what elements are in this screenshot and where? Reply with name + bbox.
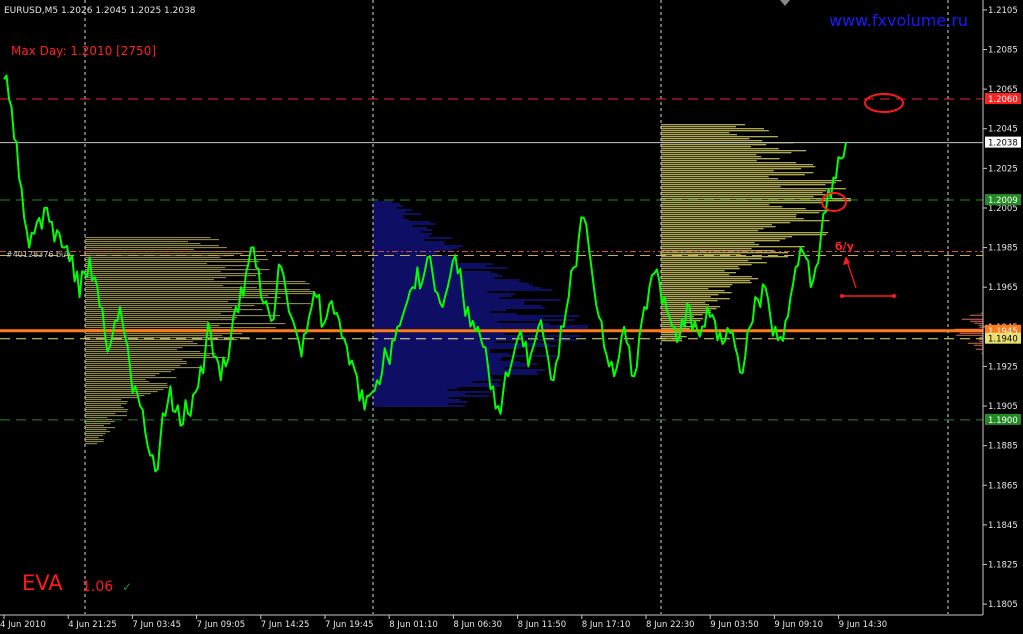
price-chart[interactable]: б/у #40128376 buy 1.21051.20851.20651.20… — [0, 0, 1023, 634]
price-tag-label: 1.2009 — [988, 196, 1018, 206]
y-tick-label: 1.2025 — [988, 164, 1018, 174]
breakeven-annotation: б/у — [835, 240, 854, 253]
symbol-info: EURUSD,M5 1.2026 1.2045 1.2025 1.2038 — [4, 6, 196, 16]
trade-label: #40128376 buy — [6, 250, 71, 259]
max-day-label: Max Day: 1.2010 [2750] — [11, 44, 156, 58]
y-tick-label: 1.1825 — [988, 560, 1018, 570]
x-tick-label: 9 Jun 09:10 — [774, 620, 823, 630]
price-tag-label: 1.1900 — [988, 416, 1018, 426]
y-tick-label: 1.1805 — [988, 600, 1018, 610]
y-tick-label: 1.2085 — [988, 46, 1018, 56]
y-tick-label: 1.1965 — [988, 283, 1018, 293]
y-tick-label: 1.1865 — [988, 481, 1018, 491]
x-tick-label: 8 Jun 06:30 — [453, 620, 502, 630]
y-tick-label: 1.2045 — [988, 125, 1018, 135]
x-tick-label: 9 Jun 03:50 — [710, 620, 759, 630]
x-tick-label: 7 Jun 19:45 — [325, 620, 374, 630]
y-tick-label: 1.1885 — [988, 442, 1018, 452]
x-tick-label: 4 Jun 2010 — [0, 620, 46, 630]
website-link[interactable]: www.fxvolume.ru — [829, 11, 968, 30]
x-tick-label: 7 Jun 03:45 — [132, 620, 181, 630]
x-tick-label: 7 Jun 14:25 — [261, 620, 310, 630]
x-tick-label: 4 Jun 21:25 — [68, 620, 117, 630]
y-tick-label: 1.1985 — [988, 244, 1018, 254]
price-tag-label: 1.1940 — [988, 335, 1018, 345]
x-tick-label: 8 Jun 11:50 — [518, 620, 567, 630]
x-tick-label: 8 Jun 17:10 — [582, 620, 631, 630]
x-tick-label: 7 Jun 09:05 — [197, 620, 246, 630]
version-label: 1.06 — [82, 579, 113, 595]
brand-label: EVA — [22, 571, 63, 595]
check-icon: ✓ — [122, 580, 132, 594]
y-tick-label: 1.1925 — [988, 362, 1018, 372]
chart-background — [0, 0, 1023, 634]
y-tick-label: 1.1845 — [988, 521, 1018, 531]
price-tag-label: 1.2038 — [988, 139, 1018, 149]
x-tick-label: 8 Jun 01:10 — [389, 620, 438, 630]
x-tick-label: 8 Jun 22:30 — [646, 620, 695, 630]
line-start-dot — [840, 294, 844, 298]
line-end-dot — [892, 294, 896, 298]
y-tick-label: 1.1905 — [988, 402, 1018, 412]
x-tick-label: 9 Jun 14:30 — [839, 620, 888, 630]
y-tick-label: 1.2105 — [988, 6, 1018, 16]
price-tag-label: 1.2060 — [988, 95, 1018, 105]
